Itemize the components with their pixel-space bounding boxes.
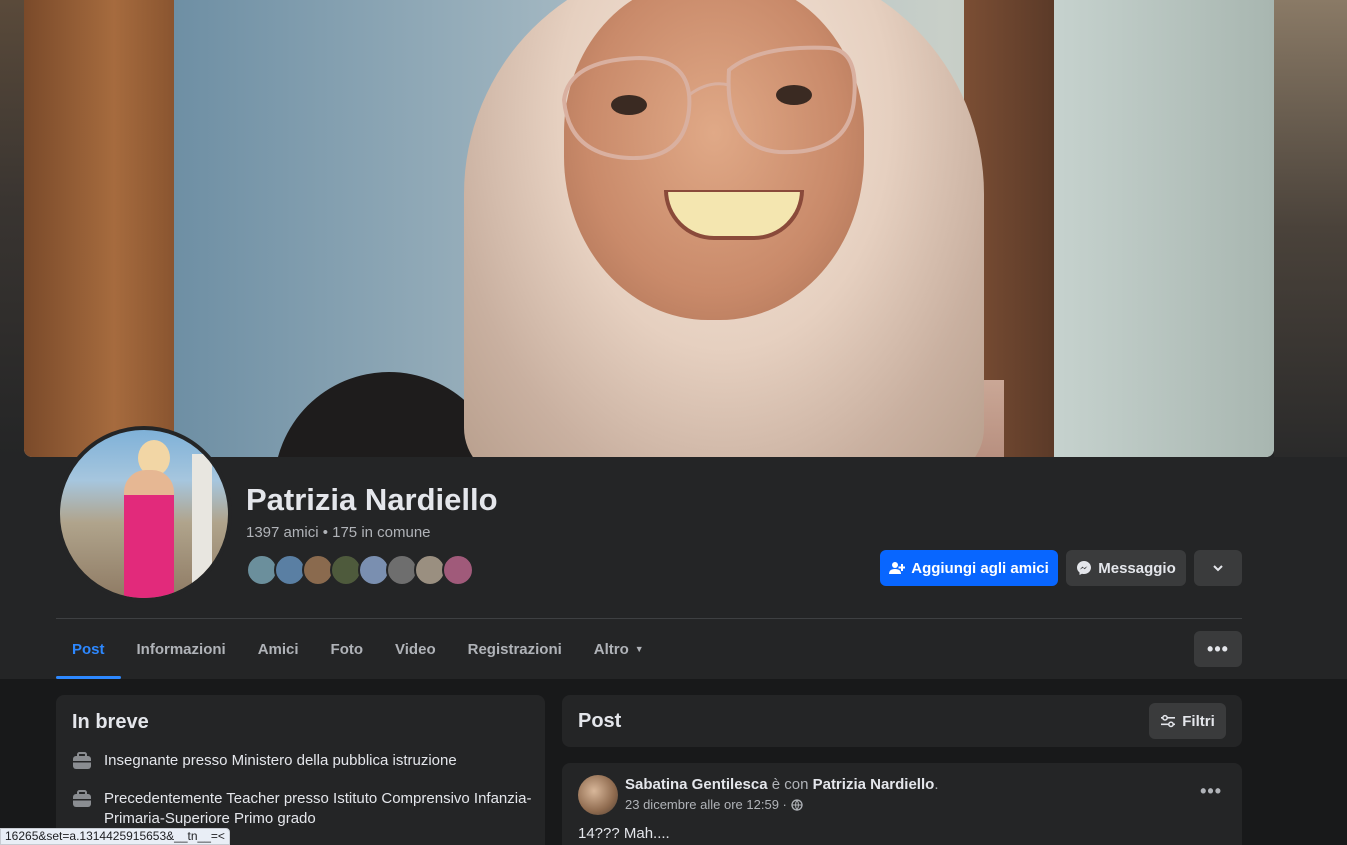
more-horizontal-icon: •••	[1207, 638, 1229, 659]
post-with-text: è con	[767, 776, 813, 793]
tab-label: Altro	[593, 640, 629, 658]
post-suffix: .	[934, 776, 939, 793]
message-button[interactable]: Messaggio	[1066, 550, 1186, 586]
profile-more-button[interactable]	[1194, 550, 1242, 586]
intro-item-text: Insegnante presso Ministero della pubbli…	[104, 752, 457, 769]
post-author-name[interactable]: Sabatina Gentilesca	[625, 776, 768, 793]
intro-item-past-work: Precedentemente Teacher presso Istituto …	[72, 789, 532, 829]
chevron-down-icon	[1213, 565, 1223, 572]
tab-informazioni[interactable]: Informazioni	[121, 619, 242, 679]
filters-label: Filtri	[1182, 712, 1215, 730]
browser-status-url: 16265&set=a.1314425915653&__tn__=<	[0, 828, 230, 845]
tab-label: Informazioni	[136, 640, 226, 658]
tab-post[interactable]: Post	[56, 619, 121, 679]
intro-title: In breve	[72, 711, 149, 733]
briefcase-icon	[73, 752, 91, 769]
add-friend-icon	[889, 562, 906, 574]
intro-card: In breve Insegnante presso Ministero del…	[56, 695, 545, 845]
posts-title: Post	[578, 710, 622, 732]
post-card: Sabatina Gentilesca è con Patrizia Nardi…	[562, 763, 1242, 845]
more-horizontal-icon: •••	[1200, 781, 1222, 801]
post-text: 14??? Mah....	[578, 825, 670, 842]
tabs-more-button[interactable]: •••	[1194, 631, 1242, 667]
post-date-row: 23 dicembre alle ore 12:59 ·	[625, 797, 803, 812]
intro-item-work: Insegnante presso Ministero della pubbli…	[72, 751, 532, 771]
globe-icon	[791, 798, 803, 811]
post-header: Sabatina Gentilesca è con Patrizia Nardi…	[625, 776, 938, 793]
friends-count[interactable]: 1397 amici • 175 in comune	[246, 524, 431, 541]
tab-label: Registrazioni	[467, 640, 562, 658]
tab-label: Amici	[257, 640, 299, 658]
tab-amici[interactable]: Amici	[242, 619, 315, 679]
caret-down-icon: ▼	[634, 644, 644, 654]
tab-label: Video	[395, 640, 436, 658]
profile-name: Patrizia Nardiello	[246, 482, 498, 517]
profile-tabs: Post Informazioni Amici Foto Video Regis…	[56, 619, 660, 679]
tab-registrazioni[interactable]: Registrazioni	[452, 619, 578, 679]
filter-sliders-icon	[1161, 714, 1176, 728]
post-date[interactable]: 23 dicembre alle ore 12:59 ·	[625, 797, 787, 812]
post-options-button[interactable]: •••	[1200, 781, 1222, 802]
tab-video[interactable]: Video	[379, 619, 452, 679]
backdrop-edge	[1274, 0, 1347, 457]
post-tagged-name[interactable]: Patrizia Nardiello	[813, 776, 935, 793]
post-author-avatar[interactable]	[578, 775, 618, 815]
messenger-icon	[1077, 561, 1092, 575]
posts-header-card: Post Filtri	[562, 695, 1242, 747]
briefcase-icon	[73, 790, 91, 807]
tab-foto[interactable]: Foto	[315, 619, 379, 679]
profile-picture[interactable]	[56, 426, 232, 602]
tab-label: Post	[72, 640, 105, 658]
intro-item-text: Precedentemente Teacher presso Istituto …	[104, 790, 532, 827]
cover-photo[interactable]	[24, 0, 1274, 457]
tab-altro[interactable]: Altro ▼	[578, 619, 660, 679]
friend-avatar[interactable]	[442, 554, 474, 586]
tab-label: Foto	[330, 640, 364, 658]
add-friend-label: Aggiungi agli amici	[911, 559, 1049, 577]
message-label: Messaggio	[1098, 559, 1176, 577]
filters-button[interactable]: Filtri	[1149, 703, 1226, 739]
add-friend-button[interactable]: Aggiungi agli amici	[880, 550, 1058, 586]
